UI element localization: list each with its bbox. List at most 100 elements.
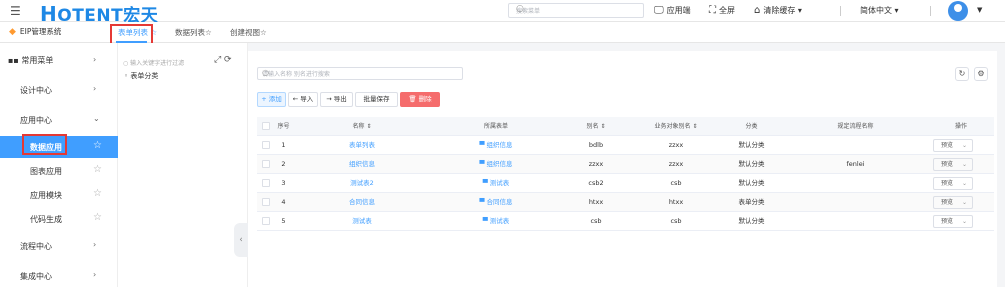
refresh-button[interactable]: ↻ — [955, 67, 969, 81]
form-icon: ▀ — [479, 141, 485, 149]
monitor-icon: 🖵 — [654, 5, 664, 16]
row-flow — [783, 136, 928, 155]
row-alias: csb2 — [588, 179, 604, 187]
chevron-down-icon: ⌄ — [961, 161, 967, 168]
table-row: 1 表单列表 ▀ 组织信息 bdlb zzxx 默认分类 预览 ⌄ — [257, 136, 994, 155]
star-icon: ☆ — [93, 212, 102, 223]
settings-button[interactable]: ⚙ — [974, 67, 988, 81]
table-row: 5 测试表 ▀ 测试表 csb csb 默认分类 预览 ⌄ — [257, 212, 994, 231]
main-panel: 请输入名称 别名进行搜索 ○ ↻ ⚙ + 添加 ← 导入 → 导出 批量保存 🗑 … — [248, 51, 997, 287]
row-alias: bdlb — [588, 141, 604, 149]
preview-dropdown[interactable]: 预览 ⌄ — [933, 139, 973, 152]
sidebar-item-chart-app[interactable]: 图表应用 ☆ — [0, 160, 118, 182]
divider — [840, 6, 841, 16]
row-index: 1 — [281, 141, 286, 149]
form-icon: ▀ — [482, 179, 488, 187]
search-icon: ○ — [262, 68, 269, 77]
row-name-link[interactable]: 表单列表 — [292, 136, 432, 155]
sidebar-item-app-module[interactable]: 应用模块 ☆ — [0, 184, 118, 206]
tree-panel: ○ 输入关键字进行过滤 ⤢ ⟳ ◦ 表单分类 — [118, 43, 248, 287]
clear-cache-button[interactable]: ⌂ 清除缓存 ▾ — [754, 5, 802, 16]
row-form-link[interactable]: ▀ 合同信息 — [432, 193, 560, 212]
star-icon: ☆ — [93, 140, 102, 151]
import-button[interactable]: ← 导入 — [288, 92, 318, 107]
row-form-link[interactable]: ▀ 测试表 — [432, 174, 560, 193]
trash-icon: 🗑 — [408, 95, 417, 103]
fullscreen-button[interactable]: ⛶ 全屏 — [709, 5, 735, 16]
row-bo-alias: csb — [670, 179, 682, 187]
row-index: 2 — [281, 160, 286, 168]
row-checkbox[interactable] — [262, 198, 270, 206]
star-icon: ☆ — [93, 188, 102, 199]
diamond-icon: ◆ — [9, 27, 16, 37]
sidebar: ▪▪ 常用菜单 › 设计中心 › 应用中心 ⌄ 数据应用 ☆ 图表应用 ☆ 应用模块 ☆ 代… — [0, 43, 118, 287]
row-index: 3 — [281, 179, 286, 187]
row-name-link[interactable]: 测试表 — [292, 212, 432, 231]
batch-save-button[interactable]: 批量保存 — [355, 92, 398, 107]
divider — [930, 6, 931, 16]
tab-create-view[interactable]: 创建视图☆ — [230, 27, 267, 38]
row-form-link[interactable]: ▀ 组织信息 — [432, 155, 560, 174]
form-icon: ▀ — [482, 217, 488, 225]
sidebar-item-integration[interactable]: 集成中心 › — [0, 265, 118, 287]
row-name-link[interactable]: 测试表2 — [292, 174, 432, 193]
preview-dropdown[interactable]: 预览 ⌄ — [933, 177, 973, 190]
row-index: 5 — [281, 217, 286, 225]
chevron-down-icon: ⌄ — [961, 180, 967, 187]
sidebar-item-app-center[interactable]: 应用中心 ⌄ — [0, 109, 118, 131]
row-checkbox[interactable] — [262, 217, 270, 225]
sidebar-item-flow-center[interactable]: 流程中心 › — [0, 235, 118, 257]
table-row: 3 测试表2 ▀ 测试表 csb2 csb 默认分类 预览 ⌄ — [257, 174, 994, 193]
table-row: 4 合同信息 ▀ 合同信息 htxx htxx 表单分类 预览 ⌄ — [257, 193, 994, 212]
row-checkbox[interactable] — [262, 141, 270, 149]
star-icon: ☆ — [93, 164, 102, 175]
row-alias: htxx — [588, 198, 604, 206]
preview-dropdown[interactable]: 预览 ⌄ — [933, 158, 973, 171]
sidebar-item-codegen[interactable]: 代码生成 ☆ — [0, 208, 118, 230]
table-row: 2 组织信息 ▀ 组织信息 zzxx zzxx 默认分类 fenlei 预览 ⌄ — [257, 155, 994, 174]
row-form-link[interactable]: ▀ 组织信息 — [432, 136, 560, 155]
tree-filter-input[interactable]: ○ 输入关键字进行过滤 — [123, 58, 211, 67]
sidebar-item-common[interactable]: ▪▪ 常用菜单 › — [0, 51, 118, 69]
row-checkbox[interactable] — [262, 160, 270, 168]
row-name-link[interactable]: 组织信息 — [292, 155, 432, 174]
collapse-handle[interactable]: ‹ — [234, 223, 248, 257]
tree-node[interactable]: ◦ 表单分类 — [124, 71, 158, 81]
chevron-down-icon[interactable]: ▼ — [977, 6, 982, 14]
row-category: 默认分类 — [738, 217, 765, 225]
expand-icon[interactable]: ⤢ — [214, 55, 221, 65]
app-button[interactable]: 🖵 应用端 — [654, 5, 691, 16]
row-flow — [783, 193, 928, 212]
row-checkbox[interactable] — [262, 179, 270, 187]
row-flow — [783, 212, 928, 231]
preview-dropdown[interactable]: 预览 ⌄ — [933, 196, 973, 209]
tab-data-list[interactable]: 数据列表☆ — [175, 27, 212, 38]
delete-button[interactable]: 🗑 删除 — [400, 92, 440, 107]
menu-search-input[interactable]: 搜索菜单 ○ — [508, 3, 644, 18]
row-category: 默认分类 — [738, 141, 765, 149]
chevron-down-icon: ⌄ — [961, 199, 967, 206]
search-icon: ○ — [516, 4, 524, 14]
highlight-box — [22, 134, 67, 155]
sidebar-item-design[interactable]: 设计中心 › — [0, 79, 118, 101]
select-all-checkbox[interactable] — [262, 122, 270, 130]
row-category: 默认分类 — [738, 160, 765, 168]
export-button[interactable]: → 导出 — [320, 92, 353, 107]
filter-input[interactable]: 请输入名称 别名进行搜索 ○ — [257, 67, 463, 80]
add-button[interactable]: + 添加 — [257, 92, 286, 107]
refresh-icon[interactable]: ⟳ — [224, 55, 232, 65]
avatar[interactable] — [948, 1, 968, 21]
preview-dropdown[interactable]: 预览 ⌄ — [933, 215, 973, 228]
language-select[interactable]: 简体中文 ▾ — [860, 5, 899, 16]
row-form-link[interactable]: ▀ 测试表 — [432, 212, 560, 231]
menu-toggle-icon[interactable]: ☰ — [10, 4, 21, 18]
row-flow: fenlei — [846, 160, 865, 168]
row-name-link[interactable]: 合同信息 — [292, 193, 432, 212]
row-bo-alias: zzxx — [668, 141, 684, 149]
system-name: ◆ EIP管理系统 — [9, 27, 62, 37]
row-category: 默认分类 — [738, 179, 765, 187]
chevron-down-icon: ⌄ — [961, 218, 967, 225]
table-header: 序号 名称 ⇕ 所属表单 别名 ⇕ 业务对象别名 ⇕ 分类 规定流程名称 操作 — [257, 117, 994, 136]
form-icon: ▀ — [479, 160, 485, 168]
row-index: 4 — [281, 198, 286, 206]
